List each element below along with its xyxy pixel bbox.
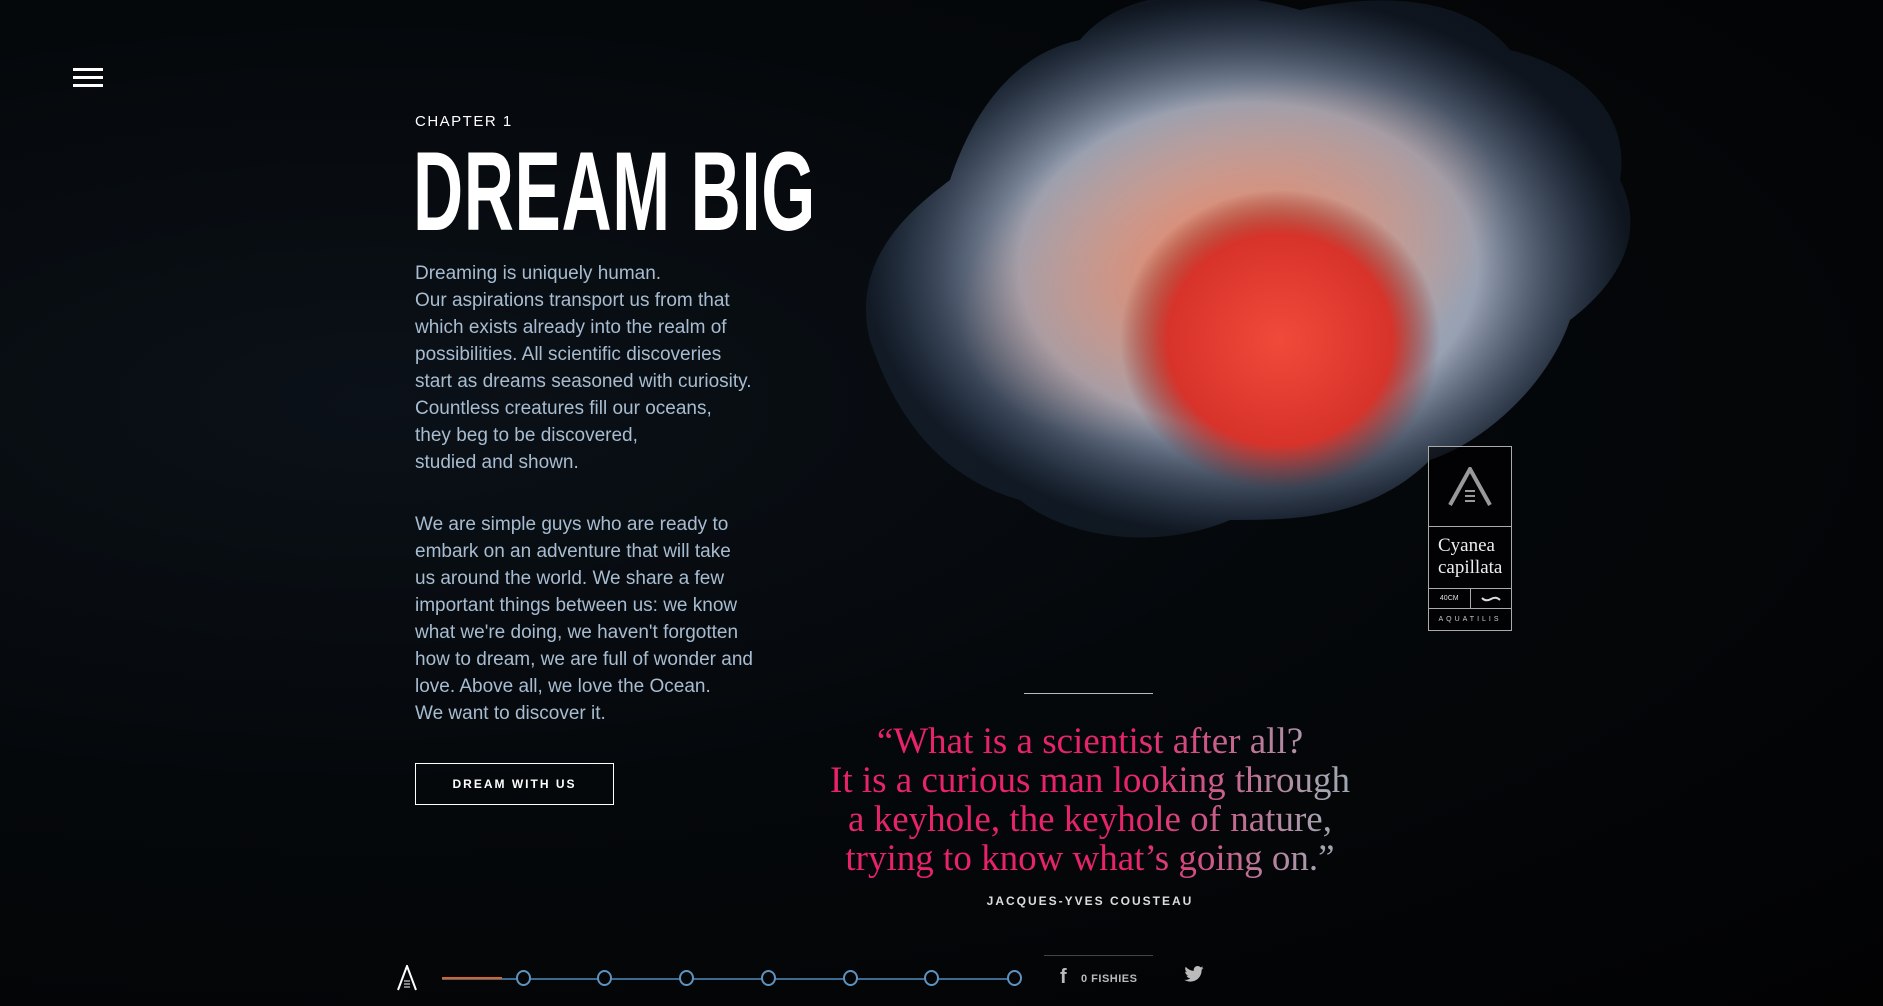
wave-icon (1471, 589, 1512, 608)
quote-text: “What is a scientist after all? It is a … (700, 722, 1480, 878)
facebook-count[interactable]: 0 FISHIES (1081, 973, 1137, 985)
text-line: important things between us: we know (415, 595, 738, 616)
text-line: start as dreams seasoned with curiosity. (415, 371, 752, 392)
text-line: possibilities. All scientific discoverie… (415, 344, 722, 365)
chapter-step-3[interactable] (679, 970, 694, 986)
page-title: DREAM BIG (413, 129, 816, 254)
text-line: which exists already into the realm of (415, 317, 727, 338)
chapter-step-7[interactable] (1007, 970, 1022, 986)
quote-line: “What is a scientist after all? (876, 721, 1304, 762)
chapter-step-1[interactable] (516, 970, 531, 986)
species-epithet: capillata (1438, 557, 1503, 578)
species-genus: Cyanea (1438, 535, 1495, 556)
species-size: 40CM (1429, 589, 1471, 608)
about-paragraph: We are simple guys who are ready to emba… (415, 511, 795, 727)
quote-line: It is a curious man looking through (830, 760, 1350, 801)
text-line: embark on an adventure that will take (415, 541, 731, 562)
species-card: Cyanea capillata 40CM AQUATILIS (1428, 446, 1512, 631)
hamburger-icon[interactable] (73, 68, 103, 88)
text-line: Our aspirations transport us from that (415, 290, 730, 311)
species-name: Cyanea capillata (1429, 527, 1511, 589)
brand-label: AQUATILIS (1438, 616, 1502, 623)
text-line: Dreaming is uniquely human. (415, 263, 662, 284)
facebook-icon[interactable]: f (1060, 966, 1067, 989)
social-divider (1044, 955, 1153, 956)
twitter-icon[interactable] (1184, 966, 1204, 987)
chapter-step-6[interactable] (924, 970, 939, 986)
chapter-progress-fill (442, 977, 502, 979)
text-line: us around the world. We share a few (415, 568, 725, 589)
text-line: Countless creatures fill our oceans, (415, 398, 712, 419)
chapter-label: CHAPTER 1 (415, 113, 513, 130)
quote-divider (1024, 693, 1153, 694)
dream-with-us-button[interactable]: DREAM WITH US (415, 763, 614, 805)
text-line: We are simple guys who are ready to (415, 514, 729, 535)
jellyfish-image (866, 0, 1631, 538)
quote-line: trying to know what’s going on.” (845, 838, 1335, 879)
chapter-step-4[interactable] (761, 970, 776, 986)
text-line: studied and shown. (415, 452, 579, 473)
aquatilis-logo-icon[interactable] (396, 963, 418, 996)
chapter-step-5[interactable] (843, 970, 858, 986)
text-line: they beg to be discovered, (415, 425, 638, 446)
intro-paragraph: Dreaming is uniquely human. Our aspirati… (415, 260, 795, 476)
quote-line: a keyhole, the keyhole of nature, (848, 799, 1332, 840)
text-line: how to dream, we are full of wonder and (415, 649, 753, 670)
aquatilis-logo-icon (1429, 447, 1511, 527)
quote-author: JACQUES-YVES COUSTEAU (986, 894, 1194, 908)
text-line: love. Above all, we love the Ocean. (415, 676, 711, 697)
chapter-step-2[interactable] (597, 970, 612, 986)
text-line: what we're doing, we haven't forgotten (415, 622, 739, 643)
